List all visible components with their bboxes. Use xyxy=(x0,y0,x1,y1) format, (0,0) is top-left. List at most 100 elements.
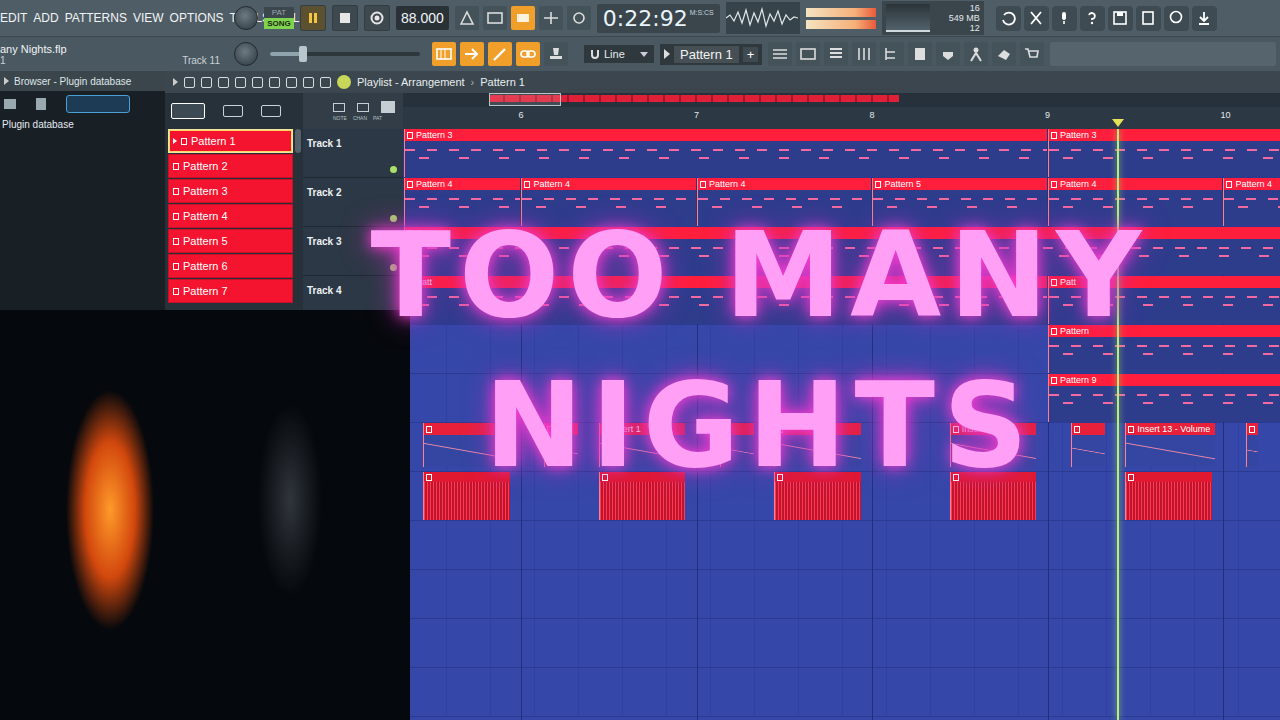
link-icon[interactable] xyxy=(516,42,540,66)
picker-tab[interactable]: NOTE xyxy=(333,115,347,121)
brush-icon[interactable] xyxy=(488,42,512,66)
playlist-clip[interactable] xyxy=(599,472,686,520)
playlist-clip[interactable]: Pattern 3 xyxy=(404,129,1047,177)
pattern-item[interactable]: Pattern 4 xyxy=(168,204,293,228)
master-volume-slider[interactable] xyxy=(270,52,420,56)
person-icon[interactable] xyxy=(964,42,988,66)
audio-icon[interactable] xyxy=(223,105,243,117)
mode-option[interactable]: PAT xyxy=(264,7,294,18)
playlist-clip[interactable] xyxy=(774,472,861,520)
plugin-icon[interactable] xyxy=(936,42,960,66)
mute-tool-icon[interactable] xyxy=(235,77,246,88)
arrangement-icon[interactable] xyxy=(337,75,351,89)
playlist-clip[interactable] xyxy=(1071,423,1105,467)
menu-item[interactable]: OPTIONS xyxy=(170,11,224,25)
playlist-clip[interactable]: Pattern xyxy=(1048,325,1280,373)
playlist-clip[interactable]: Insert xyxy=(950,423,1037,467)
snap-dropdown[interactable]: Line xyxy=(584,45,654,63)
tree-icon[interactable] xyxy=(880,42,904,66)
menu-item[interactable]: ADD xyxy=(33,11,58,25)
pat-song-toggle[interactable]: PATSONG xyxy=(264,7,294,29)
playlist-clip[interactable]: Patte xyxy=(404,227,1280,275)
playlist-clip[interactable]: Pattern 4 xyxy=(404,178,521,226)
pattern-item[interactable]: Pattern 6 xyxy=(168,254,293,278)
playlist-clip[interactable] xyxy=(950,472,1037,520)
playhead[interactable] xyxy=(1117,129,1119,720)
playlist-clip[interactable]: Pattern 4 xyxy=(1048,178,1223,226)
browser-item[interactable]: Plugin database xyxy=(0,117,165,132)
undo-icon[interactable] xyxy=(996,6,1021,31)
track-enable-icon[interactable] xyxy=(390,166,397,173)
playlist-clip[interactable] xyxy=(720,423,754,467)
loop-record-icon[interactable] xyxy=(567,6,591,30)
playlist-clip[interactable]: Insert 13 - Volume xyxy=(1125,423,1215,467)
playlist-clip[interactable]: Pattern 9 xyxy=(1048,374,1280,422)
document-icon[interactable] xyxy=(908,42,932,66)
render-icon[interactable] xyxy=(1136,6,1161,31)
pattern-item[interactable]: Pattern 1 xyxy=(168,129,293,153)
playback-tool-icon[interactable] xyxy=(320,77,331,88)
piano-roll-icon[interactable] xyxy=(432,42,456,66)
microphone-icon[interactable] xyxy=(1052,6,1077,31)
delete-tool-icon[interactable] xyxy=(218,77,229,88)
playlist-clip[interactable] xyxy=(423,472,510,520)
playlist-clip[interactable]: Patt xyxy=(404,276,1047,324)
download-icon[interactable] xyxy=(1192,6,1217,31)
playlist-clip[interactable] xyxy=(1125,472,1212,520)
playlist-clip[interactable] xyxy=(423,423,510,467)
pitch-knob-icon[interactable] xyxy=(234,6,258,30)
save-icon[interactable] xyxy=(1108,6,1133,31)
pattern-item[interactable]: Pattern 3 xyxy=(168,179,293,203)
playlist-canvas[interactable]: Pattern 3 Pattern 3 Pattern 4 Pattern 4 … xyxy=(403,129,1280,720)
time-display[interactable]: 0:22:92 M:S:CS xyxy=(597,4,720,33)
channel-icon[interactable] xyxy=(357,103,369,112)
timeline-ruler[interactable]: 678910 xyxy=(403,93,1280,129)
magnet-icon[interactable] xyxy=(184,77,195,88)
record-button[interactable] xyxy=(364,5,390,31)
playlist-clip[interactable]: Pattern 4 xyxy=(521,178,696,226)
track-enable-icon[interactable] xyxy=(390,215,397,222)
collapse-icon[interactable] xyxy=(4,99,16,109)
pattern-item[interactable]: Pattern 7 xyxy=(168,279,293,303)
master-pitch-knob-icon[interactable] xyxy=(234,42,258,66)
menu-item[interactable]: PATTERNS xyxy=(65,11,127,25)
menu-item[interactable]: EDIT xyxy=(0,11,27,25)
overview-strip[interactable] xyxy=(403,93,1280,107)
speaker-icon[interactable] xyxy=(66,95,130,113)
play-pause-button[interactable] xyxy=(300,5,326,31)
metronome-icon[interactable] xyxy=(455,6,479,30)
menu-item[interactable]: VIEW xyxy=(133,11,164,25)
stamp-icon[interactable] xyxy=(544,42,568,66)
track-header[interactable]: Track 3 xyxy=(303,227,403,276)
track-enable-icon[interactable] xyxy=(390,264,397,271)
channel-rack-icon[interactable] xyxy=(824,42,848,66)
playlist-clip[interactable] xyxy=(544,423,578,467)
slip-tool-icon[interactable] xyxy=(252,77,263,88)
track-header[interactable]: Track 2 xyxy=(303,178,403,227)
select-tool-icon[interactable] xyxy=(286,77,297,88)
tempo-display[interactable]: 88.000 xyxy=(396,6,449,30)
cart-icon[interactable] xyxy=(1020,42,1044,66)
brush-tool-icon[interactable] xyxy=(201,77,212,88)
playlist-clip[interactable]: Pattern 4 xyxy=(1223,178,1280,226)
pattern-icon[interactable] xyxy=(381,101,395,113)
step-edit-icon[interactable] xyxy=(539,6,563,30)
pattern-item[interactable]: Pattern 2 xyxy=(168,154,293,178)
playlist-clip[interactable]: Pattern 3 xyxy=(1048,129,1280,177)
countdown-icon[interactable] xyxy=(511,6,535,30)
playlist-clip[interactable] xyxy=(774,423,861,467)
hand-icon[interactable] xyxy=(992,42,1016,66)
playlist-clip[interactable]: Pattern 5 xyxy=(872,178,1047,226)
playlist-clip[interactable]: Insert 1 xyxy=(599,423,686,467)
cut-icon[interactable] xyxy=(1024,6,1049,31)
chat-icon[interactable] xyxy=(1164,6,1189,31)
stop-button[interactable] xyxy=(332,5,358,31)
add-pattern-button[interactable]: + xyxy=(743,47,759,62)
mode-option[interactable]: SONG xyxy=(264,18,294,29)
piano-roll-window-icon[interactable] xyxy=(796,42,820,66)
automation-icon[interactable] xyxy=(261,105,281,117)
playlist-clip[interactable]: Pattern 4 xyxy=(697,178,872,226)
picker-scrollbar[interactable] xyxy=(295,129,301,153)
mixer-icon[interactable] xyxy=(852,42,876,66)
playhead-marker-icon[interactable] xyxy=(1112,119,1124,127)
